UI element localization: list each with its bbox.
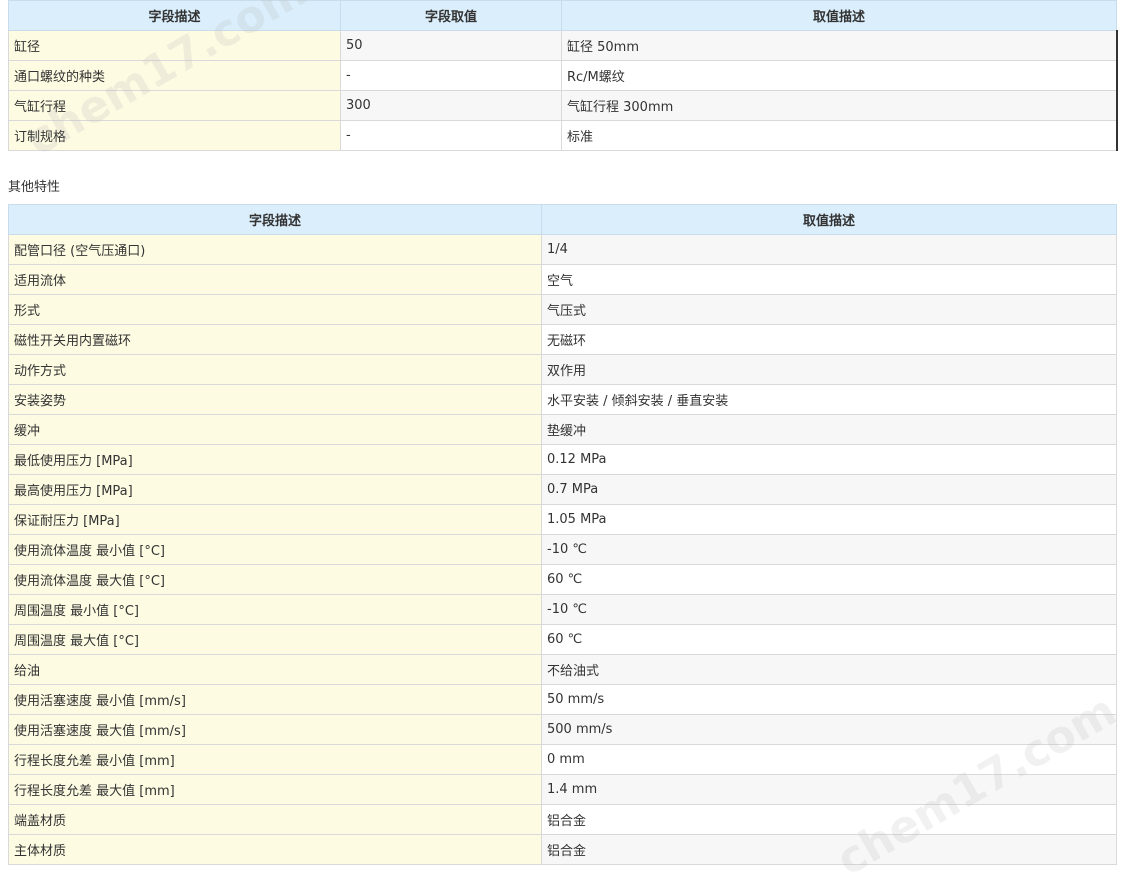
value-desc-cell: 双作用 [541, 354, 1117, 385]
field-value-cell: - [340, 60, 562, 91]
field-desc-cell: 配管口径 (空气压通口) [8, 234, 542, 265]
field-desc-cell: 周围温度 最小值 [°C] [8, 594, 542, 625]
field-desc-cell: 适用流体 [8, 264, 542, 295]
table-row: 给油 不给油式 [8, 654, 1117, 685]
table-row: 通口螺纹的种类 - Rc/M螺纹 [8, 60, 1118, 91]
field-desc-cell: 周围温度 最大值 [°C] [8, 624, 542, 655]
table-row: 保证耐压力 [MPa] 1.05 MPa [8, 504, 1117, 535]
table-row: 缸径 50 缸径 50mm [8, 30, 1118, 61]
table-row: 适用流体 空气 [8, 264, 1117, 295]
value-desc-cell: 60 ℃ [541, 564, 1117, 595]
field-desc-cell: 缸径 [8, 30, 341, 61]
field-desc-cell: 保证耐压力 [MPa] [8, 504, 542, 535]
value-desc-cell: 气缸行程 300mm [561, 90, 1118, 121]
value-desc-cell: 空气 [541, 264, 1117, 295]
value-desc-cell: 500 mm/s [541, 714, 1117, 745]
value-desc-cell: 铝合金 [541, 834, 1117, 865]
header-field-desc: 字段描述 [8, 204, 542, 235]
field-desc-cell: 给油 [8, 654, 542, 685]
field-desc-cell: 使用流体温度 最小值 [°C] [8, 534, 542, 565]
table-row: 使用流体温度 最小值 [°C] -10 ℃ [8, 534, 1117, 565]
field-desc-cell: 气缸行程 [8, 90, 341, 121]
value-desc-cell: 1.05 MPa [541, 504, 1117, 535]
table-row: 形式 气压式 [8, 294, 1117, 325]
value-desc-cell: 0.12 MPa [541, 444, 1117, 475]
value-desc-cell: 无磁环 [541, 324, 1117, 355]
field-desc-cell: 行程长度允差 最小值 [mm] [8, 744, 542, 775]
table-row: 最低使用压力 [MPa] 0.12 MPa [8, 444, 1117, 475]
table-row: 缓冲 垫缓冲 [8, 414, 1117, 445]
value-desc-cell: 铝合金 [541, 804, 1117, 835]
other-features-table: 字段描述 取值描述 配管口径 (空气压通口) 1/4 适用流体 空气 形式 气压式 磁性开关… [8, 204, 1117, 865]
value-desc-cell: 1/4 [541, 234, 1117, 265]
value-desc-cell: 50 mm/s [541, 684, 1117, 715]
value-desc-cell: 缸径 50mm [561, 30, 1118, 61]
value-desc-cell: 60 ℃ [541, 624, 1117, 655]
table-row: 周围温度 最小值 [°C] -10 ℃ [8, 594, 1117, 625]
table-row: 使用流体温度 最大值 [°C] 60 ℃ [8, 564, 1117, 595]
header-value-desc: 取值描述 [541, 204, 1117, 235]
field-desc-cell: 形式 [8, 294, 542, 325]
table-row: 订制规格 - 标准 [8, 120, 1118, 151]
field-desc-cell: 缓冲 [8, 414, 542, 445]
header-field-value: 字段取值 [340, 0, 562, 31]
field-desc-cell: 动作方式 [8, 354, 542, 385]
value-desc-cell: 1.4 mm [541, 774, 1117, 805]
field-desc-cell: 使用活塞速度 最大值 [mm/s] [8, 714, 542, 745]
basic-spec-table: 字段描述 字段取值 取值描述 缸径 50 缸径 50mm 通口螺纹的种类 - Rc/M螺纹… [8, 0, 1118, 151]
value-desc-cell: 0 mm [541, 744, 1117, 775]
field-value-cell: - [340, 120, 562, 151]
field-desc-cell: 磁性开关用内置磁环 [8, 324, 542, 355]
table-row: 气缸行程 300 气缸行程 300mm [8, 90, 1118, 121]
header-value-desc: 取值描述 [561, 0, 1117, 31]
value-desc-cell: -10 ℃ [541, 534, 1117, 565]
table-row: 安装姿势 水平安装 / 倾斜安装 / 垂直安装 [8, 384, 1117, 415]
table-row: 周围温度 最大值 [°C] 60 ℃ [8, 624, 1117, 655]
value-desc-cell: 标准 [561, 120, 1118, 151]
table-header-row: 字段描述 取值描述 [8, 204, 1117, 235]
value-desc-cell: 不给油式 [541, 654, 1117, 685]
header-field-desc: 字段描述 [8, 0, 341, 31]
field-desc-cell: 使用活塞速度 最小值 [mm/s] [8, 684, 542, 715]
field-value-cell: 50 [340, 30, 562, 61]
section-heading: 其他特性 [8, 180, 61, 195]
table-row: 磁性开关用内置磁环 无磁环 [8, 324, 1117, 355]
value-desc-cell: 垫缓冲 [541, 414, 1117, 445]
field-desc-cell: 使用流体温度 最大值 [°C] [8, 564, 542, 595]
table-row: 行程长度允差 最小值 [mm] 0 mm [8, 744, 1117, 775]
field-desc-cell: 订制规格 [8, 120, 341, 151]
field-desc-cell: 行程长度允差 最大值 [mm] [8, 774, 542, 805]
table-row: 动作方式 双作用 [8, 354, 1117, 385]
value-desc-cell: 水平安装 / 倾斜安装 / 垂直安装 [541, 384, 1117, 415]
table-row: 主体材质 铝合金 [8, 834, 1117, 865]
value-desc-cell: Rc/M螺纹 [561, 60, 1118, 91]
table-header-row: 字段描述 字段取值 取值描述 [8, 0, 1117, 31]
field-desc-cell: 主体材质 [8, 834, 542, 865]
value-desc-cell: 0.7 MPa [541, 474, 1117, 505]
value-desc-cell: 气压式 [541, 294, 1117, 325]
table-row: 使用活塞速度 最大值 [mm/s] 500 mm/s [8, 714, 1117, 745]
field-desc-cell: 最高使用压力 [MPa] [8, 474, 542, 505]
table-row: 使用活塞速度 最小值 [mm/s] 50 mm/s [8, 684, 1117, 715]
field-desc-cell: 最低使用压力 [MPa] [8, 444, 542, 475]
value-desc-cell: -10 ℃ [541, 594, 1117, 625]
table-row: 端盖材质 铝合金 [8, 804, 1117, 835]
field-desc-cell: 端盖材质 [8, 804, 542, 835]
table-row: 最高使用压力 [MPa] 0.7 MPa [8, 474, 1117, 505]
field-desc-cell: 通口螺纹的种类 [8, 60, 341, 91]
field-desc-cell: 安装姿势 [8, 384, 542, 415]
table-row: 行程长度允差 最大值 [mm] 1.4 mm [8, 774, 1117, 805]
field-value-cell: 300 [340, 90, 562, 121]
table-row: 配管口径 (空气压通口) 1/4 [8, 234, 1117, 265]
